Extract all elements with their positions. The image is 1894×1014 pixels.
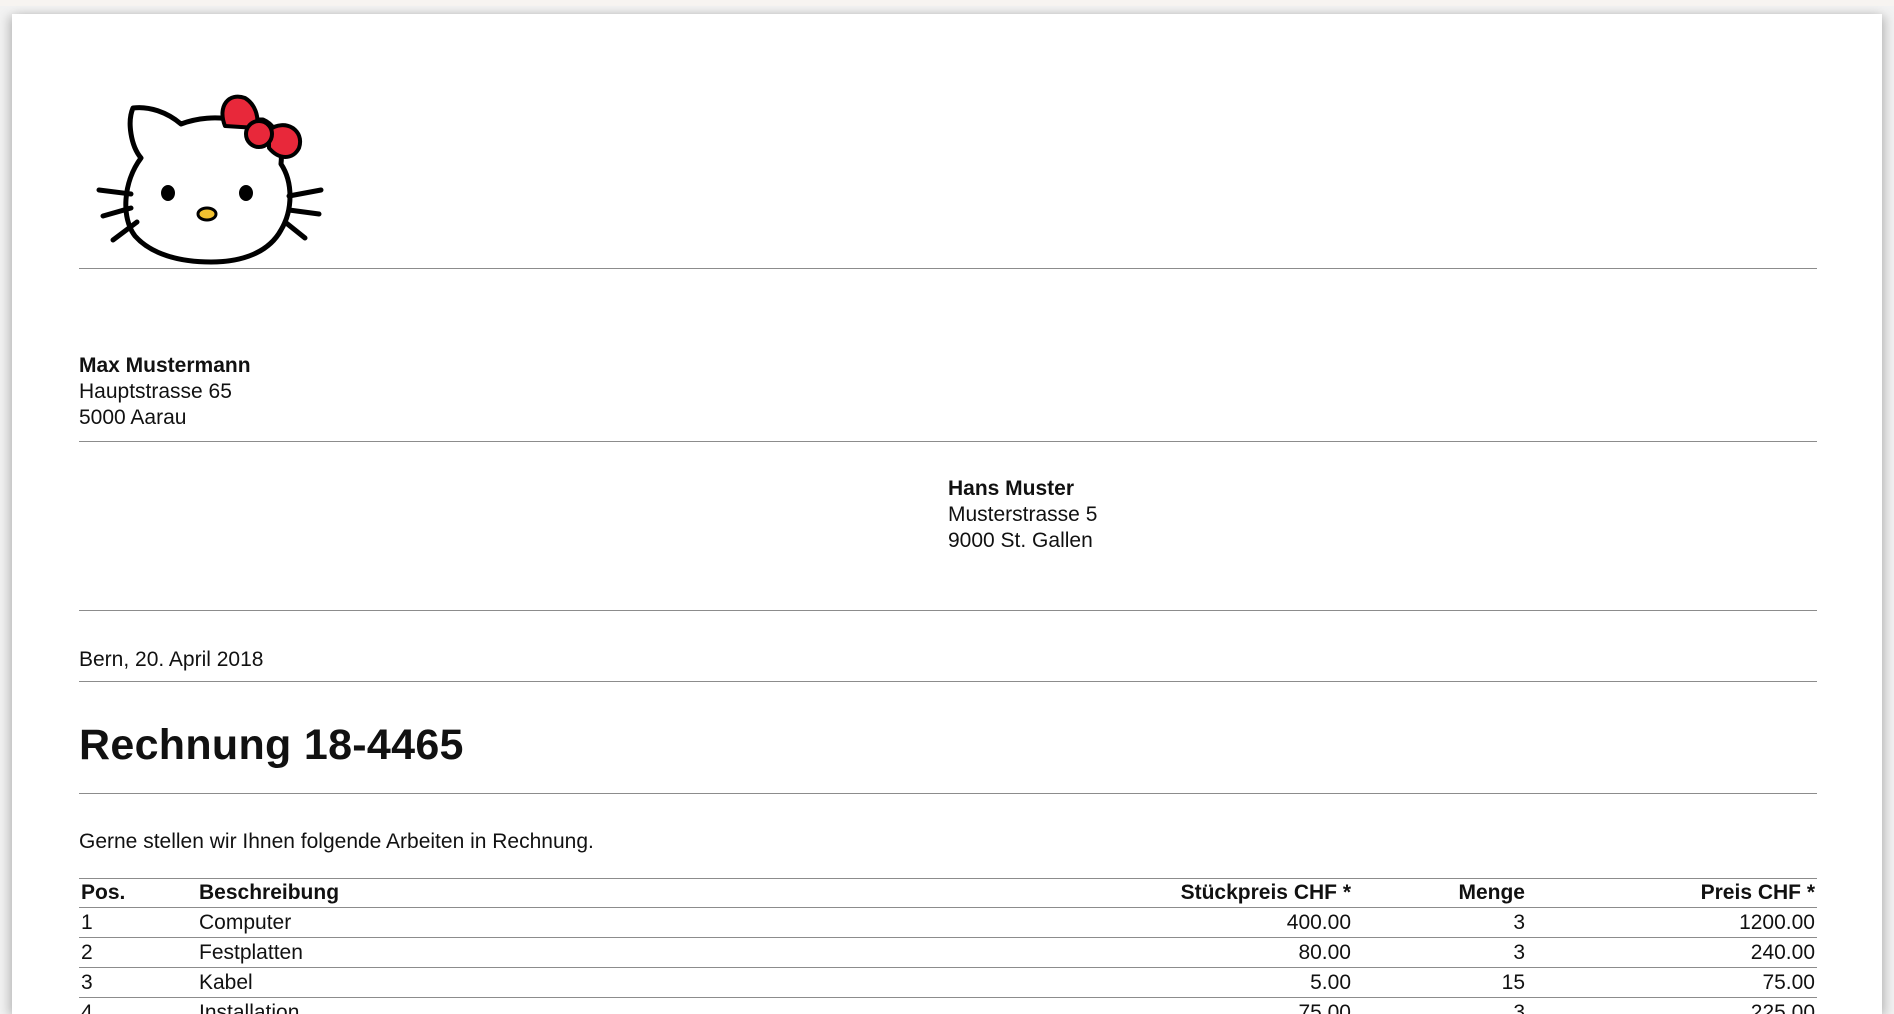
cell-unit-price: 75.00 [1089,998,1353,1014]
top-edge [0,0,1894,6]
recipient-name: Hans Muster [948,476,1097,502]
table-row: 4 Installation 75.00 3 225.00 [79,998,1817,1014]
date-line: Bern, 20. April 2018 [79,648,263,672]
header-price: Preis CHF * [1527,879,1817,908]
recipient-street: Musterstrasse 5 [948,502,1097,528]
table-row: 2 Festplatten 80.00 3 240.00 [79,938,1817,968]
cell-price: 240.00 [1527,938,1817,968]
cell-price: 225.00 [1527,998,1817,1014]
cell-pos: 4 [79,998,197,1014]
cell-description: Installation [197,998,1089,1014]
sender-city: 5000 Aarau [79,405,251,431]
header-quantity: Menge [1353,879,1527,908]
cell-quantity: 3 [1353,908,1527,938]
header-description: Beschreibung [197,879,1089,908]
sender-address: Max Mustermann Hauptstrasse 65 5000 Aara… [79,353,251,431]
cell-quantity: 3 [1353,938,1527,968]
divider [79,441,1817,442]
divider [79,610,1817,611]
sender-street: Hauptstrasse 65 [79,379,251,405]
cell-pos: 2 [79,938,197,968]
cell-pos: 3 [79,968,197,998]
cell-description: Computer [197,908,1089,938]
cell-description: Kabel [197,968,1089,998]
cell-unit-price: 80.00 [1089,938,1353,968]
divider [79,681,1817,682]
hello-kitty-logo-icon [93,86,331,268]
cell-description: Festplatten [197,938,1089,968]
table-row: 3 Kabel 5.00 15 75.00 [79,968,1817,998]
invoice-title: Rechnung 18-4465 [79,721,464,770]
table-header-row: Pos. Beschreibung Stückpreis CHF * Menge… [79,879,1817,908]
table-row: 1 Computer 400.00 3 1200.00 [79,908,1817,938]
intro-text: Gerne stellen wir Ihnen folgende Arbeite… [79,830,594,854]
cell-unit-price: 400.00 [1089,908,1353,938]
cell-pos: 1 [79,908,197,938]
divider [79,793,1817,794]
header-pos: Pos. [79,879,197,908]
sender-name: Max Mustermann [79,353,251,379]
header-unit-price: Stückpreis CHF * [1089,879,1353,908]
recipient-address: Hans Muster Musterstrasse 5 9000 St. Gal… [948,476,1097,554]
cell-quantity: 15 [1353,968,1527,998]
cell-quantity: 3 [1353,998,1527,1014]
invoice-page: Max Mustermann Hauptstrasse 65 5000 Aara… [12,14,1882,1014]
items-table: Pos. Beschreibung Stückpreis CHF * Menge… [79,878,1817,1014]
cell-price: 1200.00 [1527,908,1817,938]
cell-unit-price: 5.00 [1089,968,1353,998]
cell-price: 75.00 [1527,968,1817,998]
recipient-city: 9000 St. Gallen [948,528,1097,554]
divider [79,268,1817,269]
bow-icon [222,97,300,157]
